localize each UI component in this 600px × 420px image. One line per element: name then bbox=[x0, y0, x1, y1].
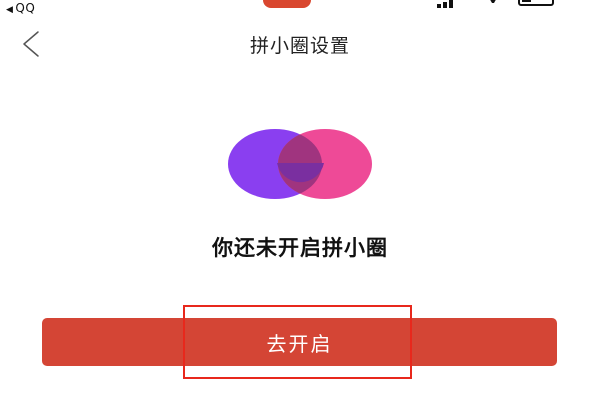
enable-button[interactable]: 去开启 bbox=[42, 318, 557, 366]
battery-icon bbox=[518, 0, 554, 6]
enable-button-label: 去开启 bbox=[266, 331, 333, 356]
pinxiaoquan-logo-icon bbox=[228, 129, 372, 199]
back-app-label: QQ bbox=[15, 1, 36, 15]
status-bar: ◀ QQ bbox=[0, 0, 600, 18]
recording-indicator bbox=[263, 0, 311, 8]
wifi-icon bbox=[488, 0, 498, 6]
page-title: 拼小圈设置 bbox=[249, 35, 350, 57]
signal-icon bbox=[437, 0, 453, 8]
back-arrow-icon: ◀ bbox=[6, 5, 14, 15]
empty-state-message: 你还未开启拼小圈 bbox=[212, 236, 388, 260]
back-to-app-link[interactable]: ◀ QQ bbox=[6, 1, 35, 15]
